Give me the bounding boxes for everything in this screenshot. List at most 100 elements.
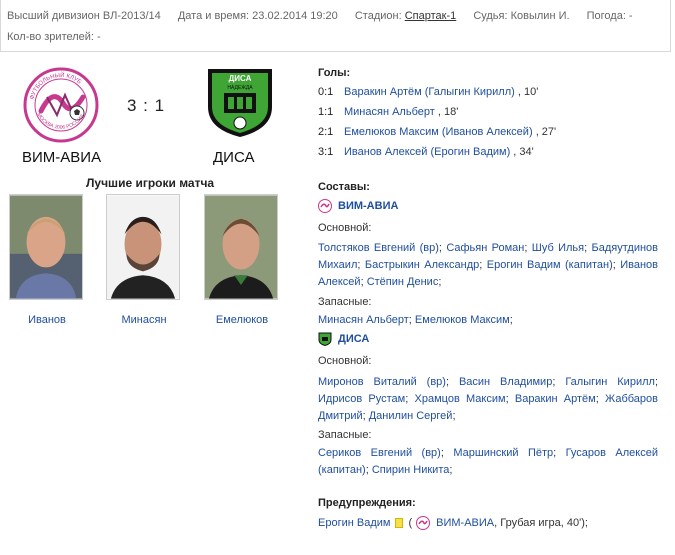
best-player-card: Минасян: [106, 194, 182, 326]
goal-player-link[interactable]: Емелюков Максим (Иванов Алексей): [344, 126, 533, 138]
goal-minute: , 34': [513, 146, 534, 158]
player-photo[interactable]: [106, 194, 180, 300]
away-main-lineup: Миронов Виталий (вр); Васин Владимир; Га…: [318, 374, 658, 425]
warning-reason: , Грубая игра, 40');: [494, 517, 588, 529]
goal-row: 3:1 Иванов Алексей (Ерогин Вадим) , 34': [318, 146, 534, 158]
goal-score: 0:1: [318, 86, 334, 98]
lineup-player-link[interactable]: Стёпин Денис: [367, 276, 439, 288]
warning-open-paren: (: [408, 517, 413, 529]
goal-minute: , 10': [517, 86, 539, 98]
warnings-title: Предупреждения:: [318, 497, 416, 509]
goal-minute: , 27': [535, 126, 557, 138]
referee-text: Судья: Ковылин И.: [473, 10, 570, 22]
goal-player-link[interactable]: Минасян Альберт: [344, 106, 435, 118]
home-team-mini-logo-icon: [318, 199, 332, 213]
best-player-name[interactable]: Емелюков: [204, 314, 280, 326]
away-main-label: Основной:: [318, 355, 372, 367]
away-lineup-team-name: ДИСА: [338, 333, 370, 345]
lineups-title: Составы:: [318, 181, 370, 193]
lineup-player-link[interactable]: Сериков Евгений (вр): [318, 447, 441, 459]
lineup-separator: ;: [584, 242, 592, 254]
goal-row: 2:1 Емелюков Максим (Иванов Алексей) , 27…: [318, 126, 556, 138]
svg-text:ФУТБОЛЬНЫЙ КЛУБ: ФУТБОЛЬНЫЙ КЛУБ: [30, 71, 83, 100]
best-player-card: Иванов: [9, 194, 85, 326]
goal-row: 1:1 Минасян Альберт , 18': [318, 106, 458, 118]
match-info-line-1: Высший дивизион ВЛ-2013/14 Дата и время:…: [7, 10, 633, 22]
home-main-lineup: Толстяков Евгений (вр); Сафьян Роман; Шу…: [318, 240, 658, 291]
lineup-player-link[interactable]: Сафьян Роман: [446, 242, 524, 254]
match-info-line-2: Кол-во зрителей: -: [7, 31, 101, 43]
best-player-name[interactable]: Иванов: [9, 314, 85, 326]
goal-minute: , 18': [437, 106, 459, 118]
home-team-name: ВИМ-АВИА: [22, 149, 102, 166]
lineup-player-link[interactable]: Маршинский Пётр: [453, 447, 553, 459]
lineup-player-link[interactable]: Шуб Илья: [532, 242, 584, 254]
lineup-separator: ;: [654, 376, 658, 388]
home-lineup-header[interactable]: ВИМ-АВИА: [318, 199, 398, 213]
home-lineup-team-name: ВИМ-АВИА: [338, 200, 399, 212]
lineup-player-link[interactable]: Васин Владимир: [459, 376, 552, 388]
goal-score: 2:1: [318, 126, 334, 138]
lineup-separator: ;: [440, 447, 454, 459]
best-player-name[interactable]: Минасян: [106, 314, 182, 326]
weather-text: Погода: -: [586, 10, 633, 22]
datetime-text: Дата и время: 23.02.2014 19:20: [177, 10, 338, 22]
lineup-separator: ;: [452, 410, 456, 422]
lineup-player-link[interactable]: Идрисов Рустам: [318, 393, 405, 405]
lineup-separator: ;: [524, 242, 532, 254]
warning-row: Ерогин Вадим ( ВИМ-АВИА , Грубая игра, 4…: [318, 516, 588, 530]
warning-player-link[interactable]: Ерогин Вадим: [318, 517, 390, 529]
svg-text:ДИСА: ДИСА: [229, 74, 252, 83]
match-score: 3 : 1: [127, 96, 166, 115]
lineup-player-link[interactable]: Храмцов Максим: [415, 393, 506, 405]
goal-row: 0:1 Варакин Артём (Галыгин Кирилл) , 10': [318, 86, 538, 98]
svg-text:МОСКВА 2006 РОССИЯ: МОСКВА 2006 РОССИЯ: [35, 112, 86, 131]
lineup-player-link[interactable]: Спирин Никита: [372, 464, 450, 476]
lineup-player-link[interactable]: Варакин Артём: [515, 393, 596, 405]
lineup-player-link[interactable]: Миронов Виталий (вр): [318, 376, 446, 388]
spectators-text: Кол-во зрителей: -: [7, 31, 101, 43]
away-team-logo: ДИСА НАДЕЖДА: [208, 69, 272, 137]
goals-title: Голы:: [318, 67, 351, 79]
away-team-name: ДИСА: [213, 149, 255, 166]
lineup-player-link[interactable]: Ерогин Вадим (капитан): [487, 259, 613, 271]
lineup-player-link[interactable]: Толстяков Евгений (вр): [318, 242, 439, 254]
lineup-separator: ;: [553, 447, 566, 459]
home-logo-lettering: ФУТБОЛЬНЫЙ КЛУБ МОСКВА 2006 РОССИЯ: [30, 71, 86, 131]
stadium-link[interactable]: Спартак-1: [405, 10, 457, 22]
lineup-separator: ;: [479, 259, 487, 271]
home-main-label: Основной:: [318, 222, 372, 234]
home-subs-lineup: Минасян Альберт; Емелюков Максим;: [318, 312, 658, 329]
away-subs-label: Запасные:: [318, 429, 372, 441]
lineup-separator: ;: [505, 393, 515, 405]
goal-score: 1:1: [318, 106, 334, 118]
lineup-separator: ;: [405, 393, 415, 405]
lineup-separator: ;: [449, 464, 453, 476]
lineup-separator: ;: [595, 393, 606, 405]
player-photo[interactable]: [204, 194, 278, 300]
lineup-player-link[interactable]: Минасян Альберт: [318, 314, 409, 326]
goal-score: 3:1: [318, 146, 334, 158]
goal-player-link[interactable]: Иванов Алексей (Ерогин Вадим): [344, 146, 510, 158]
match-info-header: Высший дивизион ВЛ-2013/14 Дата и время:…: [0, 0, 671, 52]
lineup-player-link[interactable]: Бастрыкин Александр: [365, 259, 479, 271]
division-text: Высший дивизион ВЛ-2013/14: [7, 10, 161, 22]
lineup-separator: ;: [445, 376, 459, 388]
away-subs-lineup: Сериков Евгений (вр); Маршинский Пётр; Г…: [318, 445, 658, 479]
lineup-separator: ;: [552, 376, 566, 388]
best-players-title: Лучшие игроки матча: [86, 176, 215, 190]
svg-text:НАДЕЖДА: НАДЕЖДА: [227, 85, 253, 91]
away-lineup-header[interactable]: ДИСА: [318, 332, 369, 346]
yellow-card-icon: [395, 518, 404, 528]
lineup-player-link[interactable]: Галыгин Кирилл: [565, 376, 655, 388]
warning-team-link[interactable]: ВИМ-АВИА: [436, 517, 494, 529]
lineup-separator: ;: [438, 276, 442, 288]
away-team-mini-logo-icon: [318, 332, 332, 346]
lineup-player-link[interactable]: Данилин Сергей: [369, 410, 453, 422]
best-player-card: Емелюков: [204, 194, 280, 326]
home-team-mini-logo-icon: [416, 516, 431, 530]
lineup-player-link[interactable]: Емелюков Максим: [415, 314, 510, 326]
stadium-label: Стадион:: [354, 10, 402, 22]
goal-player-link[interactable]: Варакин Артём (Галыгин Кирилл): [344, 86, 515, 98]
player-photo[interactable]: [9, 194, 83, 300]
